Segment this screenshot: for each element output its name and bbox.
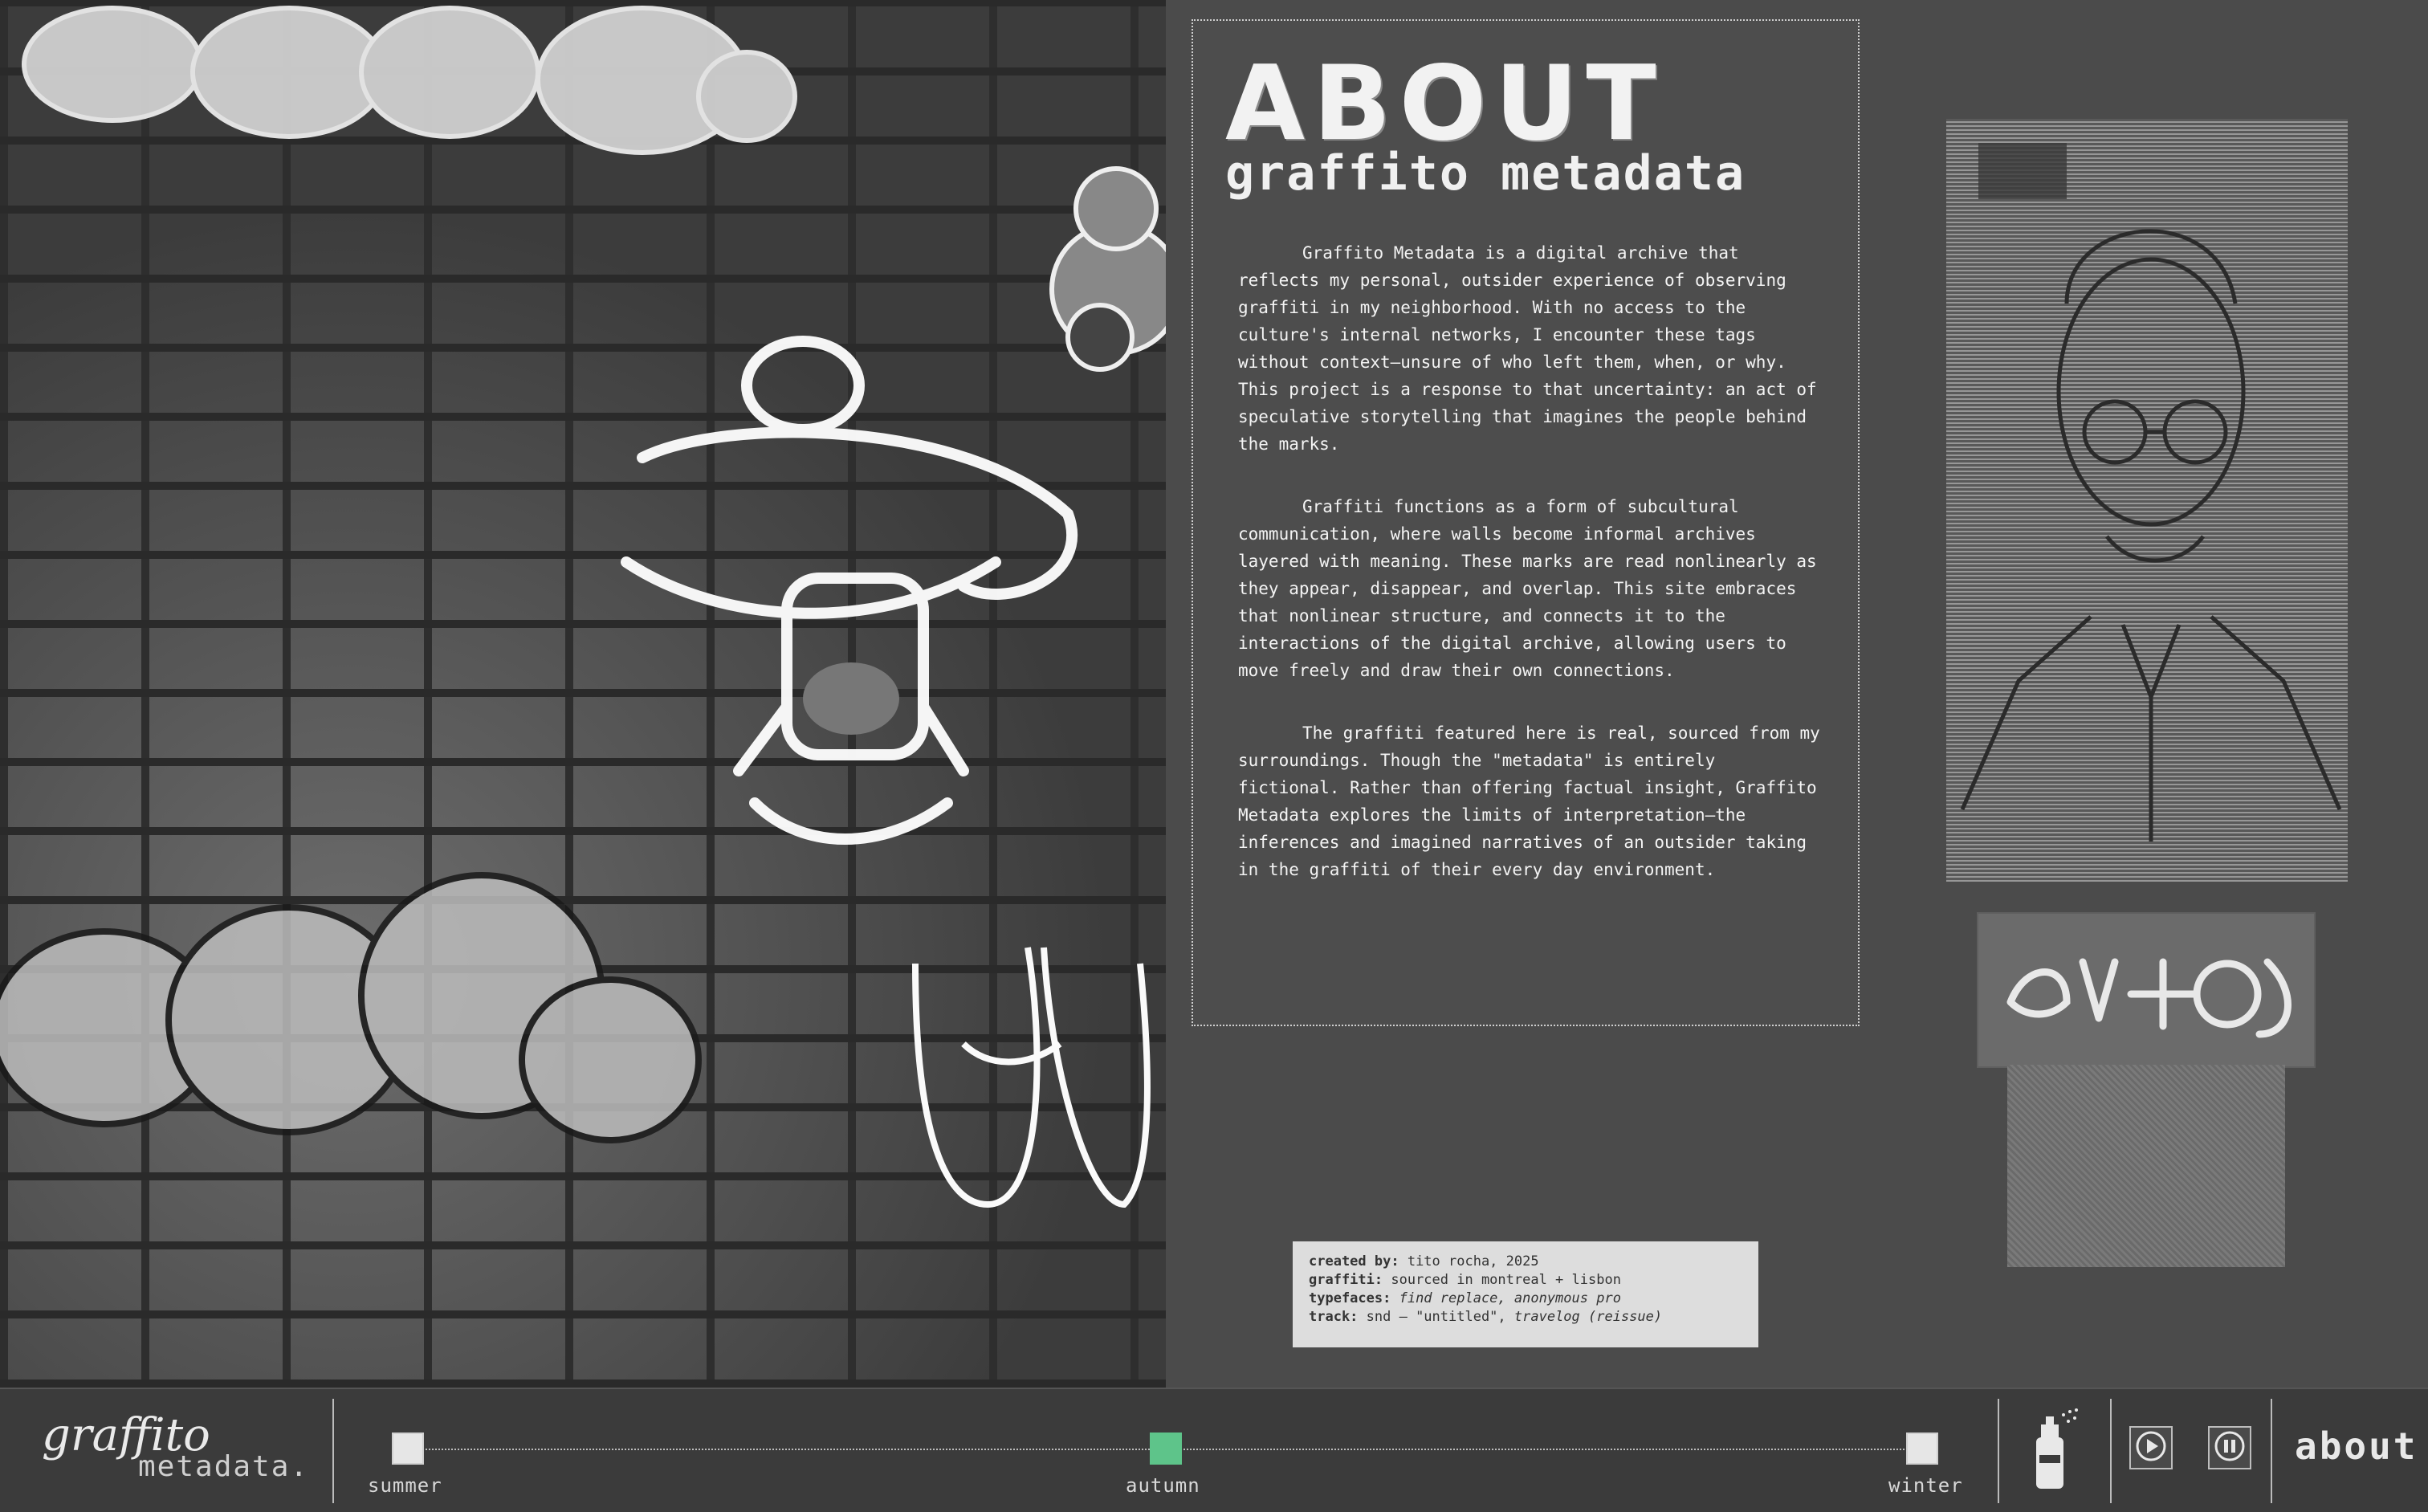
credits-track: track: snd – "untitled", travelog (reiss… <box>1309 1309 1663 1325</box>
about-paragraph: The graffiti featured here is real, sour… <box>1238 723 1820 879</box>
about-paragraph: Graffito Metadata is a digital archive t… <box>1238 243 1817 454</box>
about-nav-link[interactable]: about <box>2295 1424 2418 1468</box>
divider <box>332 1399 334 1503</box>
play-icon <box>2135 1430 2167 1465</box>
season-marker-autumn[interactable] <box>1150 1433 1182 1465</box>
season-label-summer[interactable]: summer <box>368 1474 442 1497</box>
credits-typefaces: typefaces: find replace, anonymous pro <box>1309 1290 1621 1306</box>
season-marker-winter[interactable] <box>1906 1433 1938 1465</box>
about-title: ABOUT <box>1225 44 1664 164</box>
about-subtitle: graffito metadata <box>1225 145 1746 202</box>
about-paragraph: Graffiti functions as a form of subcultu… <box>1238 497 1817 680</box>
season-label-autumn[interactable]: autumn <box>1126 1474 1200 1497</box>
about-panel: ABOUT graffito metadata Graffito Metadat… <box>1192 19 1860 1026</box>
season-label-winter[interactable]: winter <box>1888 1474 1963 1497</box>
graffiti-tag-thumbnail[interactable] <box>1977 912 2316 1068</box>
portrait-image <box>1946 119 2348 882</box>
bottom-bar: graffito metadata. summer autumn winter <box>0 1388 2428 1512</box>
season-marker-summer[interactable] <box>392 1433 424 1465</box>
pause-button[interactable] <box>2208 1426 2251 1469</box>
spray-can-icon[interactable] <box>2025 1407 2081 1495</box>
credits-created: created by: tito rocha, 2025 <box>1309 1253 1539 1270</box>
divider <box>2110 1399 2112 1503</box>
credits-graffiti: graffiti: sourced in montreal + lisbon <box>1309 1272 1621 1288</box>
play-button[interactable] <box>2129 1426 2173 1469</box>
thumbnail-backdrop <box>2007 1065 2285 1267</box>
graffiti-wall-image <box>0 0 1166 1388</box>
about-body: Graffito Metadata is a digital archive t… <box>1238 239 1824 919</box>
credits-box: created by: tito rocha, 2025 graffiti: s… <box>1293 1241 1758 1347</box>
logo-mono-text: metadata. <box>138 1450 310 1483</box>
divider <box>1998 1399 1999 1503</box>
divider <box>2271 1399 2272 1503</box>
pause-icon <box>2214 1430 2246 1465</box>
